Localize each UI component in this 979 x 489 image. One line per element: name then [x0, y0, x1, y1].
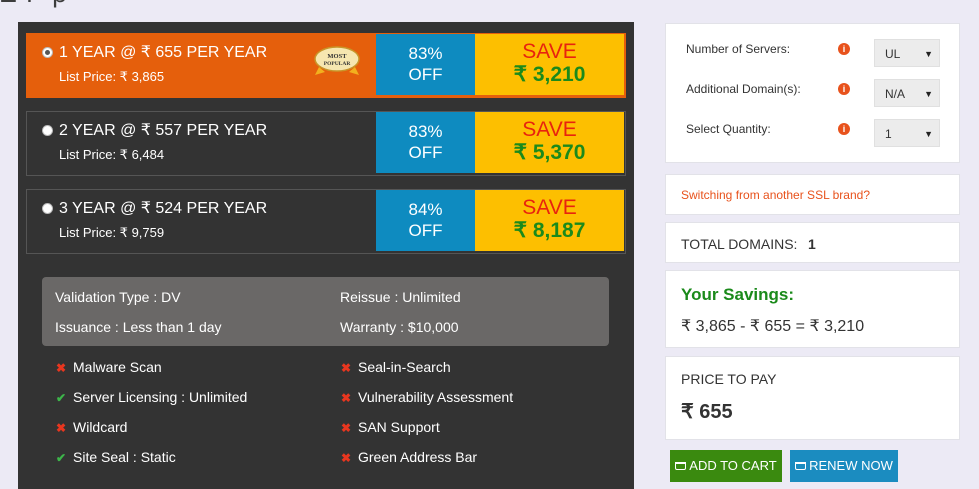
feature-item: ✖ SAN Support	[341, 419, 440, 435]
plan-main: 3 YEAR @ ₹ 524 PER YEAR List Price: ₹ 9,…	[27, 190, 375, 251]
discount-box: 83% OFF	[376, 34, 475, 95]
badge-line-2: POPULAR	[324, 61, 352, 67]
feature-label: Site Seal : Static	[73, 449, 176, 465]
servers-select[interactable]: UL ▼	[874, 39, 940, 67]
cross-icon: ✖	[56, 361, 67, 375]
savings-box: SAVE ₹ 5,370	[475, 112, 624, 173]
servers-label: Number of Servers:	[686, 42, 791, 56]
plan-option-3-year[interactable]: 3 YEAR @ ₹ 524 PER YEAR List Price: ₹ 9,…	[26, 189, 626, 254]
plan-option-1-year[interactable]: 1 YEAR @ ₹ 655 PER YEAR List Price: ₹ 3,…	[26, 33, 626, 98]
feature-label: Green Address Bar	[358, 449, 478, 465]
feature-label: Server Licensing : Unlimited	[73, 389, 248, 405]
check-icon: ✔	[56, 391, 67, 405]
radio-button[interactable]	[42, 47, 53, 58]
total-domains-card: TOTAL DOMAINS: 1	[665, 222, 960, 263]
add-to-cart-button[interactable]: ADD TO CART	[670, 450, 782, 482]
quantity-value: 1	[885, 127, 892, 141]
plan-list-price: List Price: ₹ 3,865	[59, 69, 165, 84]
save-amount: ₹ 5,370	[513, 141, 586, 164]
plan-main: 1 YEAR @ ₹ 655 PER YEAR List Price: ₹ 3,…	[27, 34, 375, 95]
warranty: Warranty : $10,000	[340, 319, 459, 335]
save-amount: ₹ 3,210	[513, 63, 586, 86]
save-label: SAVE	[522, 196, 577, 219]
price-card: PRICE TO PAY ₹ 655	[665, 356, 960, 440]
plan-list-price: List Price: ₹ 6,484	[59, 147, 165, 162]
price-label: PRICE TO PAY	[681, 371, 777, 387]
plan-title: 3 YEAR @ ₹ 524 PER YEAR	[59, 200, 268, 217]
feature-item: ✖ Seal-in-Search	[341, 359, 451, 375]
most-popular-badge: MOST POPULAR	[314, 46, 360, 75]
renew-now-label: RENEW NOW	[809, 458, 893, 473]
save-label: SAVE	[522, 118, 577, 141]
discount-off-label: OFF	[408, 221, 443, 240]
reissue: Reissue : Unlimited	[340, 289, 461, 305]
validation-type: Validation Type : DV	[55, 289, 181, 305]
plan-title: 1 YEAR @ ₹ 655 PER YEAR	[59, 44, 268, 61]
savings-card: Your Savings: ₹ 3,865 - ₹ 655 = ₹ 3,210	[665, 270, 960, 348]
cart-icon	[675, 462, 687, 470]
caret-down-icon: ▼	[924, 49, 933, 59]
issuance: Issuance : Less than 1 day	[55, 319, 222, 335]
save-amount: ₹ 8,187	[513, 219, 586, 242]
feature-label: SAN Support	[358, 419, 440, 435]
feature-item: ✖ Vulnerability Assessment	[341, 389, 513, 405]
discount-off-label: OFF	[408, 65, 443, 84]
plan-main: 2 YEAR @ ₹ 557 PER YEAR List Price: ₹ 6,…	[27, 112, 375, 173]
cross-icon: ✖	[341, 421, 352, 435]
cart-icon	[795, 462, 807, 470]
feature-item: ✔ Site Seal : Static	[56, 449, 176, 465]
feature-item: ✖ Malware Scan	[56, 359, 162, 375]
quantity-select[interactable]: 1 ▼	[874, 119, 940, 147]
options-card: Number of Servers: i UL ▼ Additional Dom…	[665, 23, 960, 163]
discount-percent: 83%	[408, 122, 443, 141]
savings-formula: ₹ 3,865 - ₹ 655 = ₹ 3,210	[681, 318, 865, 335]
discount-box: 84% OFF	[376, 190, 475, 251]
total-domains-label: TOTAL DOMAINS:	[681, 236, 798, 252]
certificate-specs: Validation Type : DV Reissue : Unlimited…	[42, 277, 609, 346]
info-icon[interactable]: i	[838, 83, 850, 95]
switch-brand-link[interactable]: Switching from another SSL brand?	[681, 188, 870, 202]
cross-icon: ✖	[341, 451, 352, 465]
caret-down-icon: ▼	[924, 129, 933, 139]
switch-brand-card: Switching from another SSL brand?	[665, 174, 960, 215]
total-domains-value: 1	[808, 236, 816, 252]
feature-item: ✖ Green Address Bar	[341, 449, 477, 465]
cross-icon: ✖	[341, 391, 352, 405]
discount-percent: 83%	[408, 44, 443, 63]
plan-list-price: List Price: ₹ 9,759	[59, 225, 165, 240]
feature-label: Seal-in-Search	[358, 359, 451, 375]
radio-button[interactable]	[42, 203, 53, 214]
info-icon[interactable]: i	[838, 123, 850, 135]
quantity-label: Select Quantity:	[686, 122, 771, 136]
page-heading-cutoff: Ξ Ρ ρ ˙ ˙ ˙ ˙ ˙ ˙ ˙ ˙ ˙ ˙ ˙ ˙ ˙ ˙ ˙ ˙ ˙ …	[0, 0, 979, 8]
caret-down-icon: ▼	[924, 89, 933, 99]
feature-item: ✖ Wildcard	[56, 419, 127, 435]
plan-option-2-year[interactable]: 2 YEAR @ ₹ 557 PER YEAR List Price: ₹ 6,…	[26, 111, 626, 176]
domains-value: N/A	[885, 87, 906, 101]
feature-label: Malware Scan	[73, 359, 162, 375]
discount-box: 83% OFF	[376, 112, 475, 173]
feature-label: Vulnerability Assessment	[358, 389, 514, 405]
savings-box: SAVE ₹ 8,187	[475, 190, 624, 251]
savings-box: SAVE ₹ 3,210	[475, 34, 624, 95]
feature-item: ✔ Server Licensing : Unlimited	[56, 389, 247, 405]
info-icon[interactable]: i	[838, 43, 850, 55]
save-label: SAVE	[522, 40, 577, 63]
servers-value: UL	[885, 47, 901, 61]
renew-now-button[interactable]: RENEW NOW	[790, 450, 898, 482]
cross-icon: ✖	[341, 361, 352, 375]
feature-label: Wildcard	[73, 419, 128, 435]
price-value: ₹ 655	[681, 401, 733, 423]
plan-title: 2 YEAR @ ₹ 557 PER YEAR	[59, 122, 268, 139]
discount-percent: 84%	[408, 200, 443, 219]
add-to-cart-label: ADD TO CART	[689, 458, 777, 473]
discount-off-label: OFF	[408, 143, 443, 162]
check-icon: ✔	[56, 451, 67, 465]
cross-icon: ✖	[56, 421, 67, 435]
badge-line-1: MOST	[327, 53, 347, 60]
savings-title: Your Savings:	[681, 285, 795, 304]
radio-button[interactable]	[42, 125, 53, 136]
domains-label: Additional Domain(s):	[686, 82, 801, 96]
domains-select[interactable]: N/A ▼	[874, 79, 940, 107]
